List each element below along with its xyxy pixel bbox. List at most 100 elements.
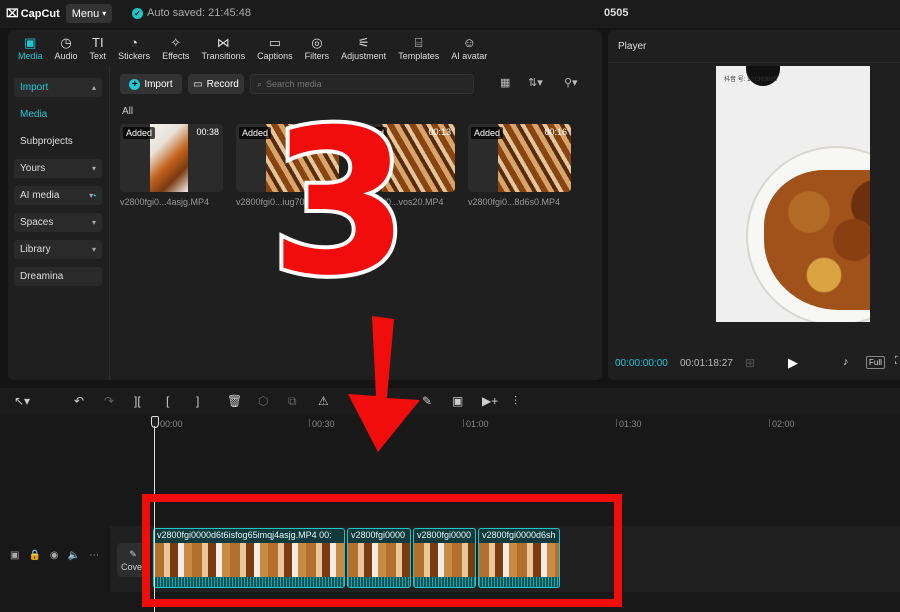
sidebar-item-spaces[interactable]: Spaces ▾ (14, 213, 102, 232)
split-icon[interactable]: ][ (134, 394, 141, 408)
track-toggle-icon[interactable]: ▣ (10, 550, 19, 561)
autosave-text: Auto saved: 21:45:48 (147, 7, 251, 19)
sidebar-item-subprojects[interactable]: Subprojects (14, 132, 102, 151)
media-item-name: v2800fgi0...4asjg.MP4 (120, 197, 210, 207)
tab-label: Audio (54, 50, 78, 61)
sidebar-item-ai-media[interactable]: AI media ▾• (14, 186, 102, 205)
sidebar-item-label: Spaces (20, 217, 54, 228)
tab-audio[interactable]: ◷ Audio (49, 30, 84, 66)
chevron-up-icon: ▴ (91, 83, 96, 92)
eye-icon[interactable]: ◉ (50, 550, 59, 561)
fullscreen-icon[interactable]: ⛶ (895, 355, 900, 368)
player-panel: Player 抖音 号: 101363685 00:00:00:00 00:01… (608, 30, 900, 380)
track-controls: ▣ 🔒 ◉ 🔈 ⋯ (10, 550, 99, 561)
plus-icon: + (129, 78, 141, 90)
app-name: CapCut (20, 7, 60, 20)
audio-wave-icon[interactable]: ⫶ (514, 394, 517, 409)
tab-ai-avatar[interactable]: ☺ AI avatar (445, 30, 493, 66)
sidebar-item-label: Media (20, 109, 48, 120)
arrow-down-annotation (348, 316, 420, 452)
transitions-icon: ⋈ (216, 34, 230, 50)
tab-label: Templates (398, 50, 440, 61)
tiktok-icon[interactable]: ♪ (843, 356, 849, 368)
sidebar-item-library[interactable]: Library ▾ (14, 240, 102, 259)
filter-icon[interactable]: ⚲▾ (564, 76, 578, 89)
tab-label: Media (18, 50, 43, 61)
tab-captions[interactable]: ▭ Captions (251, 30, 299, 66)
grid-view-icon[interactable]: ▦ (500, 76, 510, 89)
asset-tabs: ▣ Media ◷ Audio TI Text ◔ Stickers ✧ Effects … (8, 30, 602, 66)
crop-icon[interactable]: ⧉ (288, 394, 297, 409)
time-ruler[interactable]: 00:00 00:30 01:00 01:30 02:00 (150, 414, 900, 432)
checkmark-icon: ✓ (132, 7, 143, 19)
sidebar-item-label: Import (20, 82, 49, 93)
import-button[interactable]: + Import (120, 74, 182, 94)
filters-icon: ◎ (311, 34, 323, 50)
media-item[interactable]: Added 00:38 (120, 124, 223, 192)
sidebar-item-media[interactable]: Media (14, 105, 102, 124)
section-label: All (122, 106, 134, 117)
tab-adjustment[interactable]: ⚟ Adjustment (335, 30, 392, 66)
select-tool-icon[interactable]: ↖▾ (14, 394, 30, 408)
tab-transitions[interactable]: ⋈ Transitions (195, 30, 251, 66)
menu-button[interactable]: Menu ▾ (66, 4, 112, 23)
timeline-toolbar: ↖▾ ↶ ↷ ][ [ ] 🗑 ⬡ ⧉ ⚠ ▤ ✎ ▣ ▶+ ⫶ (0, 388, 900, 414)
media-item[interactable]: Added 00:16 (468, 124, 571, 192)
tab-stickers[interactable]: ◔ Stickers (112, 30, 156, 66)
more-icon[interactable]: ⋯ (89, 550, 99, 561)
full-quality-button[interactable]: Full (866, 356, 885, 369)
current-timecode: 00:00:00:00 (615, 358, 668, 369)
highlight-box-annotation (142, 494, 622, 607)
step-number-annotation: 3 (266, 87, 413, 320)
search-icon: ⌕ (257, 78, 263, 89)
total-timecode: 00:01:18:27 (680, 358, 733, 369)
templates-icon: ⌸ (414, 34, 423, 50)
marker-icon[interactable]: ⬡ (258, 394, 268, 408)
grid-icon[interactable]: ⊞ (745, 356, 755, 370)
split-right-icon[interactable]: ] (196, 394, 199, 408)
project-name[interactable]: 0505 (604, 7, 628, 19)
adjustment-icon: ⚟ (357, 34, 370, 50)
speaker-icon[interactable]: 🔈 (68, 550, 80, 561)
play-button[interactable]: ▶ (788, 355, 798, 371)
tab-templates[interactable]: ⌸ Templates (392, 30, 445, 66)
text-icon: TI (92, 34, 104, 50)
sidebar-item-dreamina[interactable]: Dreamina (14, 267, 102, 286)
added-badge: Added (123, 127, 156, 139)
tab-label: Captions (257, 50, 293, 61)
arrow-shape (348, 316, 420, 452)
tab-filters[interactable]: ◎ Filters (299, 30, 336, 66)
chevron-down-icon: ▾ (91, 245, 96, 254)
lock-icon[interactable]: 🔒 (28, 550, 40, 561)
delete-icon[interactable]: 🗑 (227, 394, 242, 408)
undo-icon[interactable]: ↶ (74, 394, 84, 408)
playhead-handle[interactable] (151, 416, 159, 428)
tab-media[interactable]: ▣ Media (12, 30, 49, 66)
sidebar-item-import[interactable]: Import ▴ (14, 78, 102, 97)
tab-effects[interactable]: ✧ Effects (156, 30, 195, 66)
record-button[interactable]: ▭ Record (188, 74, 244, 94)
auto-reframe-icon[interactable]: ⚠ (318, 394, 329, 408)
add-video-icon[interactable]: ▶+ (482, 394, 498, 408)
pencil-icon: ✎ (129, 548, 137, 559)
tab-text[interactable]: TI Text (84, 30, 113, 66)
added-badge: Added (471, 127, 504, 139)
chevron-down-icon: ▾ (91, 164, 96, 173)
sidebar-item-label: AI media (20, 190, 60, 201)
import-button-label: Import (144, 78, 173, 90)
video-preview[interactable]: 抖音 号: 101363685 (716, 66, 870, 322)
autosave-status: ✓ Auto saved: 21:45:48 (132, 7, 251, 19)
stickers-icon: ◔ (130, 34, 138, 50)
split-left-icon[interactable]: [ (166, 394, 169, 408)
redo-icon[interactable]: ↷ (104, 394, 114, 408)
tab-label: Transitions (201, 50, 246, 61)
media-thumbnail (150, 124, 188, 192)
sidebar-item-yours[interactable]: Yours ▾ (14, 159, 102, 178)
app-logo: ⌧ CapCut (6, 7, 60, 21)
sort-icon[interactable]: ⇅▾ (528, 76, 543, 89)
sidebar-item-label: Yours (20, 163, 46, 174)
captions-icon: ▭ (268, 34, 282, 50)
hd-enhance-icon[interactable]: ▣ (452, 394, 463, 408)
tab-label: Effects (162, 50, 190, 61)
duration-label: 00:38 (196, 127, 219, 137)
